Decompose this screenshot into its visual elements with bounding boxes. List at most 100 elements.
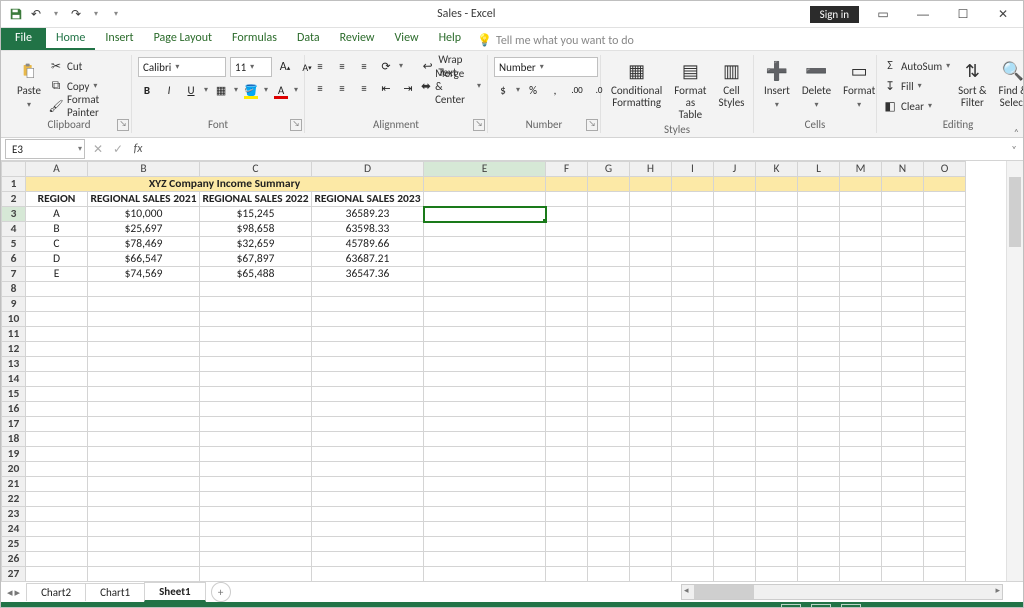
save-icon[interactable]: [9, 7, 23, 21]
cell[interactable]: [546, 177, 588, 192]
chevron-down-icon[interactable]: ▾: [399, 61, 403, 71]
maximize-button[interactable]: ☐: [947, 3, 979, 25]
active-cell[interactable]: [424, 207, 546, 222]
cell[interactable]: [756, 447, 798, 462]
cell[interactable]: [882, 522, 924, 537]
cell[interactable]: [588, 507, 630, 522]
cell[interactable]: [924, 417, 966, 432]
cell[interactable]: [672, 192, 714, 207]
cell[interactable]: [630, 552, 672, 567]
cell[interactable]: [756, 177, 798, 192]
cell[interactable]: [840, 297, 882, 312]
cell[interactable]: E: [26, 267, 88, 282]
cell[interactable]: [882, 177, 924, 192]
scrollbar-thumb[interactable]: [1009, 177, 1021, 247]
cell[interactable]: [200, 387, 312, 402]
cell[interactable]: [756, 342, 798, 357]
column-header[interactable]: D: [312, 162, 424, 177]
cell[interactable]: [588, 222, 630, 237]
cell[interactable]: [26, 282, 88, 297]
cell[interactable]: [672, 237, 714, 252]
row-header[interactable]: 21: [2, 477, 26, 492]
cell[interactable]: [630, 222, 672, 237]
cell[interactable]: 36589.23: [312, 207, 424, 222]
cell[interactable]: [630, 372, 672, 387]
cell[interactable]: [588, 357, 630, 372]
cell[interactable]: [546, 237, 588, 252]
cell[interactable]: [756, 387, 798, 402]
cell[interactable]: [588, 537, 630, 552]
cell[interactable]: [924, 282, 966, 297]
cell[interactable]: [630, 342, 672, 357]
cell[interactable]: [630, 207, 672, 222]
cell[interactable]: [546, 522, 588, 537]
row-header[interactable]: 24: [2, 522, 26, 537]
cell[interactable]: [424, 492, 546, 507]
cell[interactable]: [756, 567, 798, 582]
cell[interactable]: [798, 477, 840, 492]
sheet-tab-chart2[interactable]: Chart2: [26, 583, 86, 601]
cell[interactable]: [840, 387, 882, 402]
cell[interactable]: [312, 447, 424, 462]
cell[interactable]: [26, 372, 88, 387]
cell[interactable]: [88, 492, 200, 507]
cell[interactable]: [312, 507, 424, 522]
cell[interactable]: [424, 342, 546, 357]
cell[interactable]: [630, 327, 672, 342]
cell[interactable]: [588, 252, 630, 267]
cell[interactable]: [924, 222, 966, 237]
cell[interactable]: [630, 432, 672, 447]
cell[interactable]: [26, 312, 88, 327]
align-bottom-icon[interactable]: ≡: [355, 57, 373, 75]
row-header[interactable]: 25: [2, 537, 26, 552]
cell[interactable]: 63687.21: [312, 252, 424, 267]
cell[interactable]: [588, 312, 630, 327]
cell[interactable]: [424, 327, 546, 342]
cell[interactable]: [26, 402, 88, 417]
signin-button[interactable]: Sign in: [810, 6, 859, 23]
underline-button[interactable]: U: [182, 81, 200, 99]
cell[interactable]: [714, 387, 756, 402]
column-header[interactable]: J: [714, 162, 756, 177]
cell[interactable]: [882, 447, 924, 462]
cell[interactable]: [546, 207, 588, 222]
close-button[interactable]: ✕: [987, 3, 1019, 25]
cell[interactable]: [882, 207, 924, 222]
tab-view[interactable]: View: [385, 28, 429, 50]
cell[interactable]: 45789.66: [312, 237, 424, 252]
cell[interactable]: [714, 462, 756, 477]
cell[interactable]: [424, 177, 546, 192]
cell[interactable]: [424, 252, 546, 267]
cell[interactable]: $25,697: [88, 222, 200, 237]
cell[interactable]: [424, 267, 546, 282]
cell[interactable]: [424, 567, 546, 582]
cell[interactable]: [756, 267, 798, 282]
cell[interactable]: [672, 357, 714, 372]
cell[interactable]: [672, 567, 714, 582]
column-header[interactable]: G: [588, 162, 630, 177]
cell[interactable]: [312, 567, 424, 582]
header-cell[interactable]: REGIONAL SALES 2023: [312, 192, 424, 207]
cell[interactable]: [882, 402, 924, 417]
tab-home[interactable]: Home: [46, 28, 95, 50]
cell[interactable]: [882, 282, 924, 297]
cell[interactable]: [798, 402, 840, 417]
normal-view-icon[interactable]: ▦: [781, 604, 801, 608]
cell[interactable]: [756, 222, 798, 237]
cell[interactable]: $74,569: [88, 267, 200, 282]
cell[interactable]: [840, 177, 882, 192]
undo-dd-icon[interactable]: ▾: [49, 7, 63, 21]
cell[interactable]: C: [26, 237, 88, 252]
cell[interactable]: [840, 282, 882, 297]
column-header[interactable]: A: [26, 162, 88, 177]
cell[interactable]: [714, 492, 756, 507]
cell[interactable]: [672, 297, 714, 312]
cell[interactable]: [630, 357, 672, 372]
cell[interactable]: [546, 252, 588, 267]
font-name-select[interactable]: Calibri▾: [138, 57, 226, 77]
cell[interactable]: [588, 447, 630, 462]
cell[interactable]: [312, 492, 424, 507]
cell[interactable]: $67,897: [200, 252, 312, 267]
cell[interactable]: [588, 177, 630, 192]
cell[interactable]: [312, 312, 424, 327]
